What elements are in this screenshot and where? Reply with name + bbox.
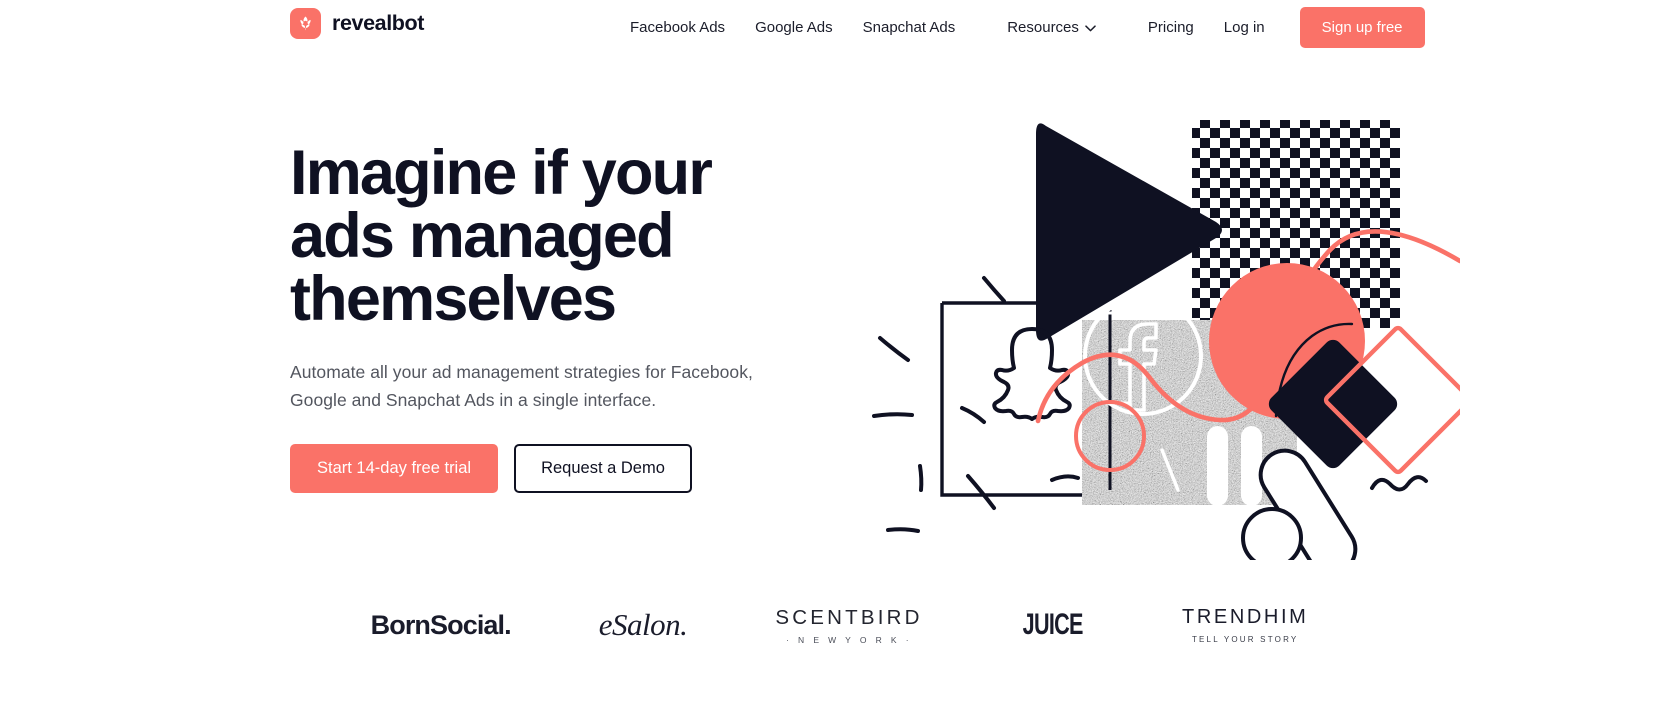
snapchat-ghost: [992, 327, 1072, 421]
brand-logo-link[interactable]: revealbot: [290, 8, 424, 39]
nav-item-google-ads[interactable]: Google Ads: [740, 19, 848, 36]
nav-item-label: Google Ads: [755, 18, 833, 36]
nav-item-snapchat-ads[interactable]: Snapchat Ads: [848, 19, 971, 36]
brand-name: revealbot: [332, 11, 424, 35]
chevron-down-icon: [1085, 24, 1096, 32]
hero-subtitle: Automate all your ad management strategi…: [290, 362, 753, 411]
nav-item-resources[interactable]: Resources: [992, 19, 1111, 36]
revealbot-leaf-icon: [290, 8, 321, 39]
nav-item-label: Pricing: [1147, 18, 1194, 36]
customer-logo-strip: BornSocial. eSalon. SCENTBIRD · N E W Y …: [0, 590, 1679, 660]
logo-scentbird: SCENTBIRD · N E W Y O R K ·: [775, 606, 922, 645]
logo-text: TRENDHIM: [1182, 606, 1309, 628]
request-demo-button[interactable]: Request a Demo: [514, 443, 692, 493]
nav-item-pricing[interactable]: Pricing: [1133, 19, 1209, 36]
hero-cta-row: Start 14-day free trial Request a Demo: [290, 443, 850, 493]
site-header: revealbot Facebook Ads Google Ads Snapch…: [0, 0, 1679, 54]
logo-esalon: eSalon.: [599, 607, 688, 643]
page-title: Imagine if your ads managed themselves: [290, 138, 713, 334]
logo-subtext: TELL YOUR STORY: [1191, 635, 1299, 644]
hero-illustration: [860, 98, 1460, 560]
logo-subtext: · N E W Y O R K ·: [786, 634, 912, 645]
nav-item-label: Facebook Ads: [630, 18, 726, 36]
logo-text: JUICE: [1022, 608, 1083, 641]
logo-juice: JUICE: [1011, 608, 1094, 642]
main-navigation: Facebook Ads Google Ads Snapchat Ads Res…: [630, 0, 1425, 54]
start-free-trial-button[interactable]: Start 14-day free trial: [290, 443, 499, 493]
logo-bornsocial: BornSocial.: [370, 609, 512, 641]
landing-page: revealbot Facebook Ads Google Ads Snapch…: [0, 0, 1679, 701]
hero-copy-block: Imagine if your ads managed themselves A…: [290, 142, 850, 493]
logo-trendhim: TRENDHIM TELL YOUR STORY: [1182, 606, 1308, 644]
nav-item-label: Log in: [1223, 18, 1265, 36]
squiggle: [1370, 475, 1428, 492]
nav-item-log-in[interactable]: Log in: [1209, 19, 1280, 36]
nav-item-facebook-ads[interactable]: Facebook Ads: [630, 19, 740, 36]
outlined-square-frame: [940, 301, 1088, 497]
nav-item-label: Snapchat Ads: [862, 18, 956, 36]
logo-text: eSalon.: [598, 607, 688, 642]
sign-up-free-button[interactable]: Sign up free: [1299, 6, 1425, 48]
logo-text: BornSocial.: [370, 609, 512, 640]
nav-item-label: Resources: [1007, 18, 1079, 36]
logo-text: SCENTBIRD: [775, 605, 923, 629]
